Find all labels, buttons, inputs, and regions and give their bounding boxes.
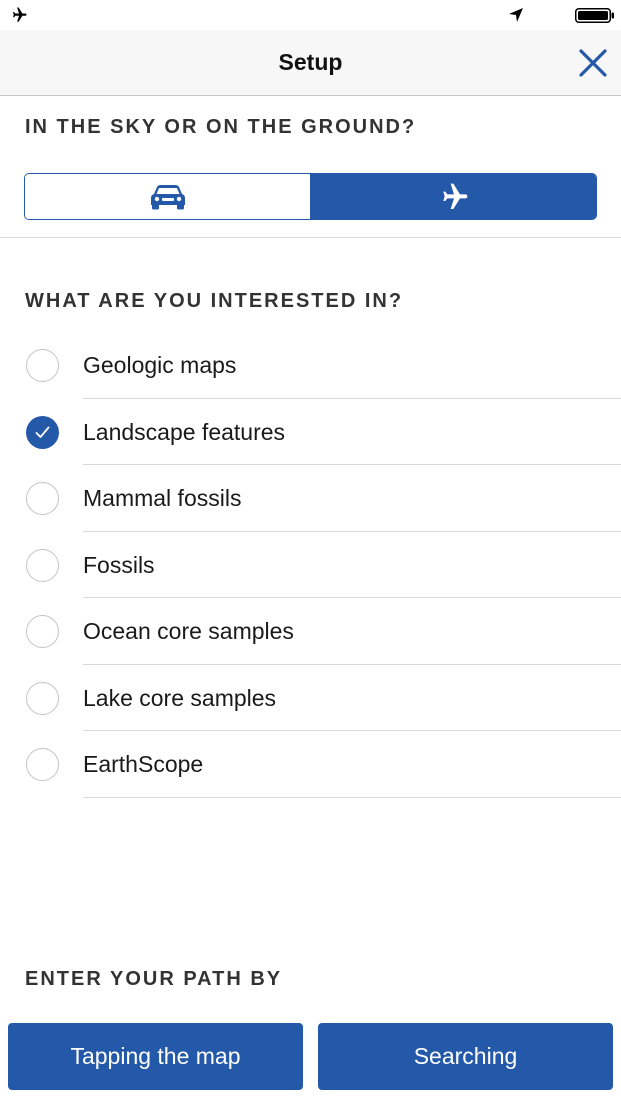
interest-label: Mammal fossils	[83, 485, 242, 511]
status-bar	[0, 0, 621, 30]
interest-row[interactable]: Geologic maps	[0, 332, 621, 399]
unchecked-radio[interactable]	[26, 748, 59, 781]
close-icon[interactable]	[574, 44, 612, 82]
interest-label: Lake core samples	[83, 684, 277, 711]
tap-map-button[interactable]: Tapping the map	[8, 1023, 303, 1090]
mode-segmented-control	[24, 173, 597, 220]
checked-radio[interactable]	[26, 415, 59, 449]
path-heading: ENTER YOUR PATH BY	[25, 968, 283, 990]
unchecked-radio[interactable]	[26, 615, 59, 648]
interest-label: EarthScope	[83, 751, 204, 777]
checkmark-icon	[35, 426, 50, 438]
segment-sky[interactable]	[311, 174, 596, 219]
interest-row[interactable]: Fossils	[0, 532, 621, 598]
interest-label: Landscape features	[83, 418, 286, 445]
interest-list: Geologic maps Landscape features Mammal fo…	[0, 332, 621, 798]
airplane-icon	[13, 7, 27, 22]
interest-row[interactable]: Ocean core samples	[0, 598, 621, 665]
interest-label: Ocean core samples	[83, 618, 294, 644]
battery-icon	[575, 8, 614, 23]
section-divider	[0, 237, 621, 238]
segment-ground[interactable]	[25, 174, 311, 219]
unchecked-radio[interactable]	[26, 548, 59, 582]
interest-label: Fossils	[83, 551, 155, 578]
location-arrow-icon	[509, 8, 523, 22]
interest-row[interactable]: EarthScope	[0, 731, 621, 798]
airplane-icon	[442, 183, 467, 209]
unchecked-radio[interactable]	[26, 681, 59, 715]
interest-label: Geologic maps	[83, 352, 237, 378]
page-title: Setup	[278, 49, 343, 75]
interests-heading: WHAT ARE YOU INTERESTED IN?	[25, 290, 404, 312]
interest-row[interactable]: Lake core samples	[0, 665, 621, 731]
interest-row[interactable]: Landscape features	[0, 399, 621, 465]
sky-ground-heading: IN THE SKY OR ON THE GROUND?	[25, 116, 417, 138]
interest-row[interactable]: Mammal fossils	[0, 465, 621, 532]
row-divider	[83, 796, 621, 798]
car-icon	[150, 184, 185, 209]
nav-bar: Setup	[0, 30, 621, 96]
search-button[interactable]: Searching	[318, 1023, 613, 1090]
unchecked-radio[interactable]	[26, 349, 59, 382]
unchecked-radio[interactable]	[26, 482, 59, 515]
